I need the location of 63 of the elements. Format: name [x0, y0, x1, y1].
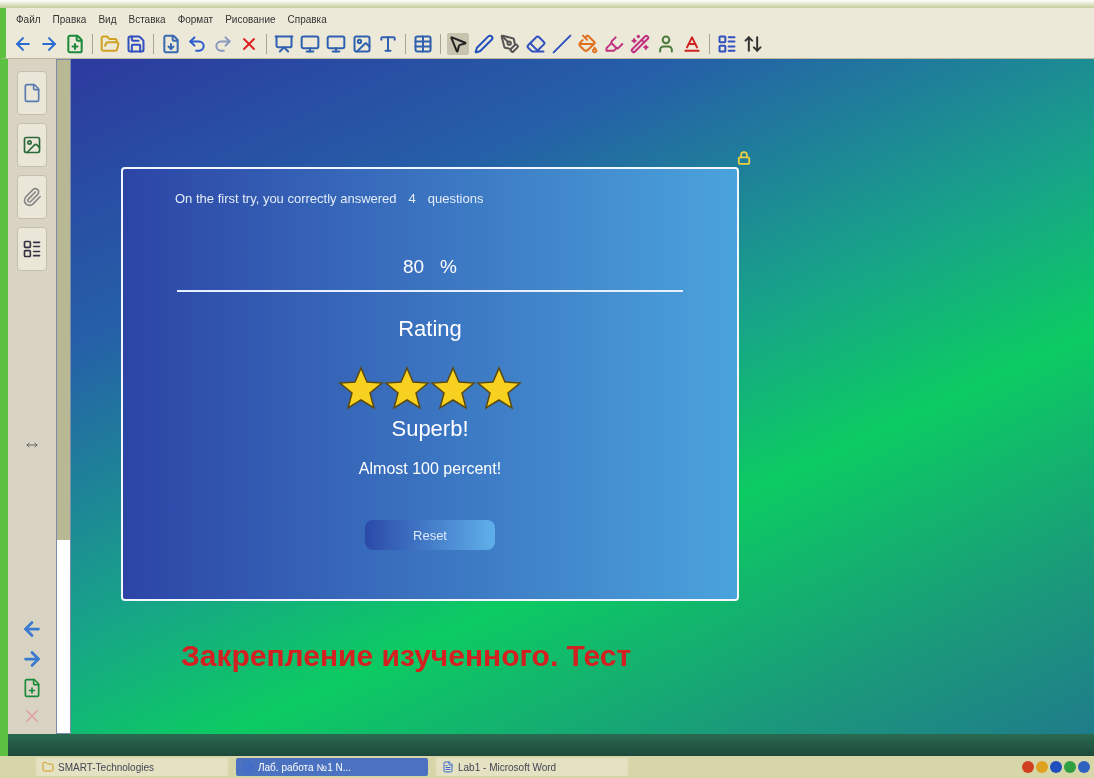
lock-icon[interactable] [737, 151, 751, 165]
star-icon [430, 366, 476, 410]
new-page-icon[interactable] [22, 678, 42, 698]
wand-icon[interactable] [629, 33, 651, 55]
folder-icon [42, 761, 54, 773]
menu-item[interactable]: Справка [287, 13, 327, 25]
tray-icon[interactable] [1022, 761, 1034, 773]
score-unit: % [440, 256, 457, 278]
redo-icon[interactable] [212, 33, 234, 55]
tray-icon[interactable] [1050, 761, 1062, 773]
text-icon[interactable] [377, 33, 399, 55]
scrollbar[interactable] [56, 59, 71, 734]
font-icon[interactable] [681, 33, 703, 55]
pen-icon[interactable] [473, 33, 495, 55]
tray-icon[interactable] [1078, 761, 1090, 773]
screen-icon[interactable] [273, 33, 295, 55]
line-icon[interactable] [551, 33, 573, 55]
arrow-right-icon[interactable] [21, 648, 43, 670]
correct-count: 4 [408, 191, 416, 206]
slide-title: Закрепление изученного. Тест [181, 639, 633, 673]
verdict-text: Superb! [391, 416, 469, 442]
menu-item[interactable]: Рисование [225, 13, 276, 25]
summary-text: On the first try, you correctly answered [175, 191, 397, 206]
summary-unit: questions [427, 191, 484, 206]
gallery-tab[interactable] [17, 123, 47, 167]
menu-item[interactable]: Правка [52, 13, 87, 25]
arrow-left-icon[interactable] [21, 618, 43, 640]
monitor-icon[interactable] [299, 33, 321, 55]
table-icon[interactable] [412, 33, 434, 55]
image-icon [22, 135, 42, 155]
page-sorter-tab[interactable] [17, 71, 47, 115]
rating-label: Rating [398, 316, 462, 342]
tray-icon[interactable] [1064, 761, 1076, 773]
attachments-tab[interactable] [17, 175, 47, 219]
menu-item[interactable]: Файл [16, 13, 41, 25]
menu-item[interactable]: Вставка [128, 13, 166, 25]
paperclip-icon [22, 187, 42, 207]
taskbar-item[interactable]: SMART-Technologies [36, 758, 228, 776]
import-icon[interactable] [160, 33, 182, 55]
star-icon [476, 366, 522, 410]
taskbar-item[interactable]: Лаб. работа №1 N... [236, 758, 428, 776]
comment-text: Almost 100 percent! [358, 460, 502, 478]
pointer-icon[interactable] [447, 33, 469, 55]
star-icon [338, 366, 384, 410]
save-icon[interactable] [125, 33, 147, 55]
star-icon [384, 366, 430, 410]
menu-item[interactable]: Формат [177, 13, 214, 25]
undo-icon[interactable] [186, 33, 208, 55]
highlighter-icon[interactable] [603, 33, 625, 55]
properties-icon[interactable] [716, 33, 738, 55]
properties-tab[interactable] [17, 227, 47, 271]
list-icon [22, 239, 42, 259]
monitor-icon[interactable] [325, 33, 347, 55]
taskbar-item[interactable]: Lab1 - Microsoft Word [436, 758, 628, 776]
pen-tool-icon[interactable] [499, 33, 521, 55]
up-down-icon[interactable] [742, 33, 764, 55]
new-page-icon[interactable] [64, 33, 86, 55]
score-value: 80 [402, 256, 425, 278]
menu-item[interactable]: Вид [98, 13, 117, 25]
image-icon[interactable] [351, 33, 373, 55]
page-icon [22, 83, 42, 103]
reset-button[interactable]: Reset [365, 520, 495, 550]
eraser-icon[interactable] [525, 33, 547, 55]
